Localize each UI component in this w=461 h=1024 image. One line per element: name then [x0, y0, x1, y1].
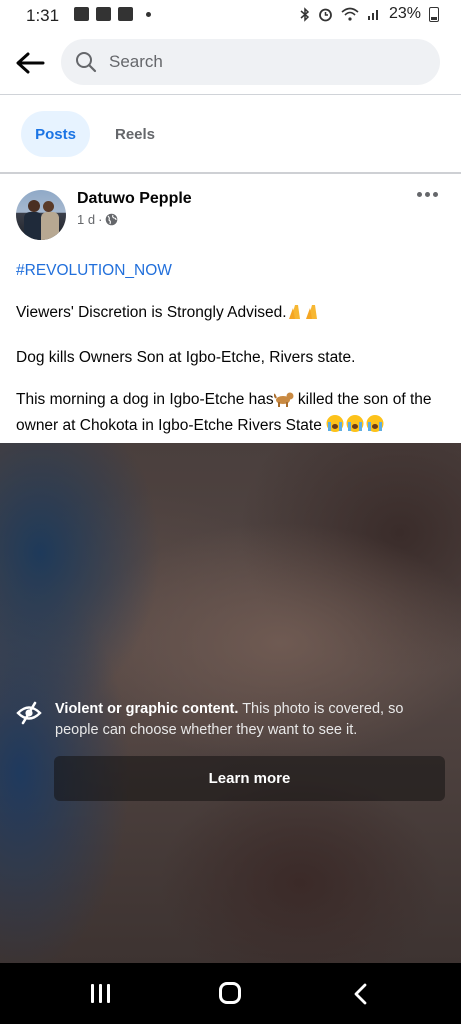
back-button[interactable]	[14, 48, 46, 78]
status-bar: 1:31 23%	[0, 0, 461, 32]
more-notifications-icon	[146, 11, 151, 17]
status-right: 23%	[300, 5, 439, 23]
post-line-3a: This morning a dog in Igbo-Etche has	[16, 391, 274, 408]
post-time[interactable]: 1 d	[77, 212, 95, 227]
meta-separator: ·	[98, 212, 103, 227]
tab-reels[interactable]: Reels	[102, 111, 168, 157]
gallery-notification-icon	[74, 7, 89, 21]
signal-icon	[367, 10, 378, 20]
search-bar[interactable]	[61, 39, 440, 85]
warning-title: Violent or graphic content.	[55, 701, 239, 717]
praying-hands-emoji-icon	[287, 303, 323, 327]
profile-tabs: Posts Reels	[0, 95, 461, 174]
home-button[interactable]	[219, 982, 241, 1004]
more-dot-icon	[417, 192, 422, 197]
post-line-1-text: Viewers' Discretion is Strongly Advised.	[16, 304, 287, 321]
graphic-content-warning: Violent or graphic content. This photo i…	[55, 699, 427, 741]
covered-photo[interactable]: Violent or graphic content. This photo i…	[0, 443, 461, 963]
recent-apps-icon	[91, 984, 94, 1003]
post-line-1: Viewers' Discretion is Strongly Advised.	[16, 302, 448, 327]
post-hashtag[interactable]: #REVOLUTION_NOW	[16, 260, 448, 282]
wifi-icon	[341, 7, 359, 21]
more-dot-icon	[425, 192, 430, 197]
eye-slash-icon	[16, 701, 42, 725]
globe-icon	[106, 213, 118, 226]
tab-posts[interactable]: Posts	[21, 111, 90, 157]
app-notification-icon	[118, 7, 133, 21]
nav-back-icon[interactable]	[352, 982, 368, 1006]
dog-emoji-icon	[272, 390, 294, 414]
battery-icon	[429, 6, 439, 22]
notification-icons	[74, 7, 151, 21]
post-line-3: This morning a dog in Igbo-Etche has kil…	[16, 389, 448, 440]
author-avatar[interactable]	[16, 190, 66, 240]
more-dot-icon	[433, 192, 438, 197]
post-line-2: Dog kills Owners Son at Igbo-Etche, Rive…	[16, 349, 356, 366]
alarm-icon	[319, 8, 332, 21]
search-input[interactable]	[107, 51, 411, 73]
status-time: 1:31	[26, 6, 60, 25]
recent-apps-button[interactable]	[91, 984, 110, 1003]
bluetooth-icon	[300, 6, 310, 22]
search-icon	[76, 52, 97, 73]
post-body: #REVOLUTION_NOW Viewers' Discretion is S…	[16, 260, 448, 440]
post-meta: 1 d ·	[77, 212, 118, 227]
more-options-button[interactable]	[417, 192, 438, 197]
message-notification-icon	[96, 7, 111, 21]
post-author[interactable]: Datuwo Pepple	[77, 190, 192, 208]
system-navigation-bar	[0, 963, 461, 1024]
learn-more-button[interactable]: Learn more	[54, 756, 445, 801]
search-header	[0, 32, 461, 95]
arrow-left-icon	[16, 52, 45, 74]
battery-percent: 23%	[388, 5, 421, 22]
crying-face-emoji-icon	[326, 414, 386, 440]
